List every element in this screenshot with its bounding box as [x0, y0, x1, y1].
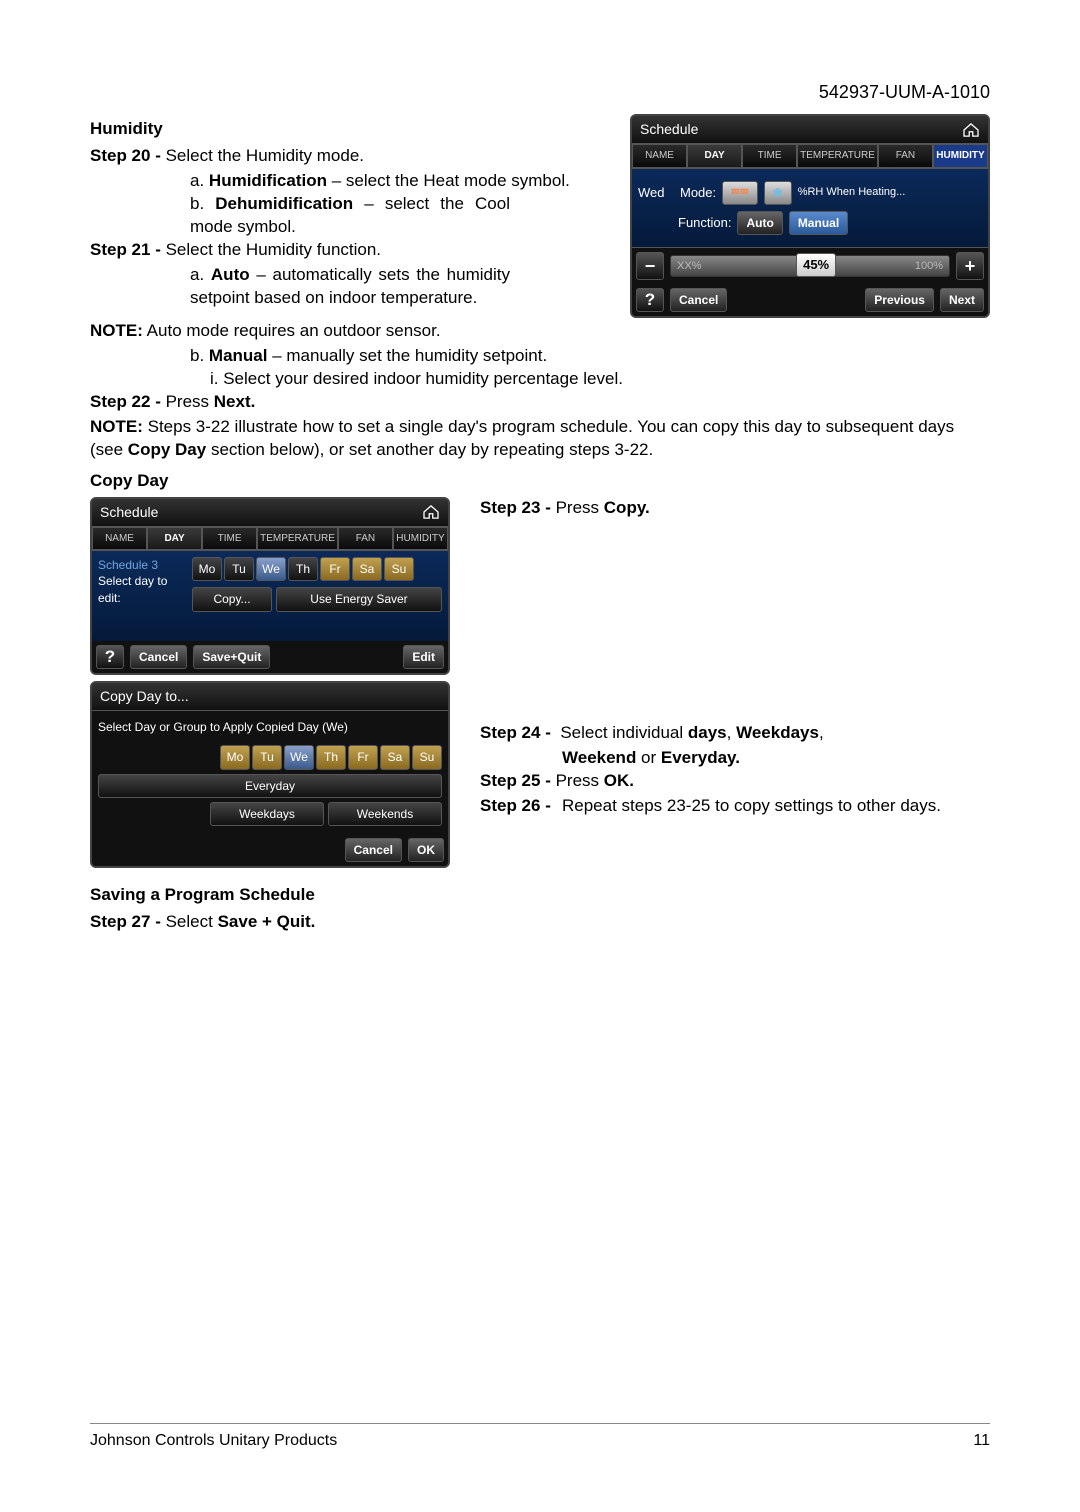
heat-mode-button[interactable]: ⰞⰞ [722, 181, 757, 205]
weekdays-button[interactable]: Weekdays [210, 802, 324, 826]
step-27: Step 27 - Select Save + Quit. [90, 911, 990, 934]
tab-humidity[interactable]: HUMIDITY [933, 144, 988, 168]
copy-day-prompt: Select Day or Group to Apply Copied Day … [98, 719, 442, 735]
minus-button[interactable]: − [636, 252, 664, 280]
step-26: Step 26 - Repeat steps 23-25 to copy set… [480, 795, 990, 818]
ok-button[interactable]: OK [408, 838, 444, 862]
copy-button[interactable]: Copy... [192, 587, 272, 611]
doc-id: 542937-UUM-A-1010 [90, 80, 990, 104]
step-24: Step 24 - Select individual days, Weekda… [480, 722, 990, 745]
cancel-button[interactable]: Cancel [345, 838, 402, 862]
note-2: NOTE: Steps 3-22 illustrate how to set a… [90, 416, 990, 462]
step-20b: b. Dehumidification – select the Cool mo… [190, 193, 510, 239]
cancel-button[interactable]: Cancel [130, 645, 187, 669]
tab-day[interactable]: DAY [147, 527, 202, 551]
day-we[interactable]: We [284, 745, 314, 769]
device2-title: Schedule [100, 503, 158, 522]
function-label: Function: [678, 214, 731, 232]
rh-heating-label: %RH When Heating... [798, 185, 906, 200]
day-sa[interactable]: Sa [380, 745, 410, 769]
edit-button[interactable]: Edit [403, 645, 444, 669]
tab-name[interactable]: NAME [92, 527, 147, 551]
note-1: NOTE: Auto mode requires an outdoor sens… [90, 320, 990, 343]
device1-title: Schedule [640, 120, 698, 139]
home-icon[interactable] [422, 505, 440, 519]
select-day-label: Select day to edit: [98, 573, 184, 605]
day-th[interactable]: Th [288, 557, 318, 581]
copy-day-heading: Copy Day [90, 470, 990, 493]
day-we[interactable]: We [256, 557, 286, 581]
device-copy-day-to: Copy Day to... Select Day or Group to Ap… [90, 681, 450, 868]
tab-temperature[interactable]: TEMPERATURE [257, 527, 338, 551]
previous-button[interactable]: Previous [865, 288, 934, 312]
step-21b: b. Manual – manually set the humidity se… [190, 345, 990, 368]
device1-tabs: NAME DAY TIME TEMPERATURE FAN HUMIDITY [632, 144, 988, 169]
day-mo[interactable]: Mo [220, 745, 250, 769]
next-button[interactable]: Next [940, 288, 984, 312]
day-th[interactable]: Th [316, 745, 346, 769]
day-su[interactable]: Su [412, 745, 442, 769]
slider-thumb[interactable]: 45% [796, 253, 836, 277]
plus-button[interactable]: + [956, 252, 984, 280]
wed-label: Wed [638, 184, 674, 202]
step-21: Step 21 - Select the Humidity function. [90, 239, 618, 262]
step-25: Step 25 - Press OK. [480, 770, 990, 793]
device3-title: Copy Day to... [100, 687, 189, 706]
help-button[interactable]: ? [96, 645, 124, 669]
cancel-button[interactable]: Cancel [670, 288, 727, 312]
snowflake-icon: ✱ [773, 186, 783, 200]
help-button[interactable]: ? [636, 288, 664, 312]
step-20: Step 20 - Select the Humidity mode. [90, 145, 618, 168]
day-tu[interactable]: Tu [224, 557, 254, 581]
slider-max-label: 100% [915, 259, 943, 274]
page-footer: Johnson Controls Unitary Products 11 [90, 1423, 990, 1452]
step-20a: a. Humidification – select the Heat mode… [190, 170, 618, 193]
use-energy-saver-button[interactable]: Use Energy Saver [276, 587, 442, 611]
device-schedule-day: Schedule NAME DAY TIME TEMPERATURE FAN H… [90, 497, 450, 676]
tab-name[interactable]: NAME [632, 144, 687, 168]
everyday-button[interactable]: Everyday [98, 774, 442, 798]
step-23: Step 23 - Press Copy. [480, 497, 990, 520]
tab-fan[interactable]: FAN [338, 527, 393, 551]
day-sa[interactable]: Sa [352, 557, 382, 581]
day-tu[interactable]: Tu [252, 745, 282, 769]
step-21bi: i. Select your desired indoor humidity p… [210, 368, 990, 391]
humidity-heading: Humidity [90, 118, 618, 141]
tab-temperature[interactable]: TEMPERATURE [797, 144, 878, 168]
schedule3-label: Schedule 3 [98, 557, 184, 573]
tab-day[interactable]: DAY [687, 144, 742, 168]
page-number: 11 [973, 1430, 990, 1452]
day-fr[interactable]: Fr [320, 557, 350, 581]
mode-label: Mode: [680, 184, 716, 202]
step-22: Step 22 - Press Next. [90, 391, 990, 414]
day-mo[interactable]: Mo [192, 557, 222, 581]
day-fr[interactable]: Fr [348, 745, 378, 769]
auto-button[interactable]: Auto [737, 211, 782, 235]
home-icon[interactable] [962, 123, 980, 137]
weekends-button[interactable]: Weekends [328, 802, 442, 826]
slider-min-label: XX% [677, 259, 701, 274]
step-21a: a. Auto – automatically sets the humidit… [190, 264, 510, 310]
tab-fan[interactable]: FAN [878, 144, 933, 168]
tab-time[interactable]: TIME [742, 144, 797, 168]
cool-mode-button[interactable]: ✱ [764, 181, 792, 205]
tab-humidity[interactable]: HUMIDITY [393, 527, 448, 551]
step-24-cont: Weekend or Everyday. [562, 747, 990, 770]
saving-heading: Saving a Program Schedule [90, 884, 990, 907]
manual-button[interactable]: Manual [789, 211, 848, 235]
footer-company: Johnson Controls Unitary Products [90, 1430, 337, 1452]
humidity-slider[interactable]: XX% 45% 100% [670, 255, 950, 277]
save-quit-button[interactable]: Save+Quit [193, 645, 270, 669]
device-schedule-humidity: Schedule NAME DAY TIME TEMPERATURE FAN H… [630, 114, 990, 318]
heat-icon: ⰞⰞ [731, 186, 748, 200]
tab-time[interactable]: TIME [202, 527, 257, 551]
day-su[interactable]: Su [384, 557, 414, 581]
